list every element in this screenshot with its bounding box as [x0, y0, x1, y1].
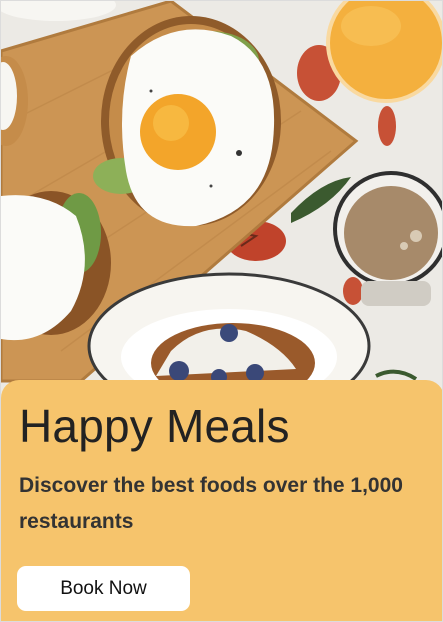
promo-subtitle: Discover the best foods over the 1,000 r…: [19, 474, 403, 533]
meal-promo-card: Happy Meals Discover the best foods over…: [0, 0, 443, 622]
promo-title: Happy Meals: [19, 400, 290, 452]
book-now-button[interactable]: Book Now: [17, 566, 190, 611]
promo-panel: Happy Meals Discover the best foods over…: [1, 380, 442, 621]
